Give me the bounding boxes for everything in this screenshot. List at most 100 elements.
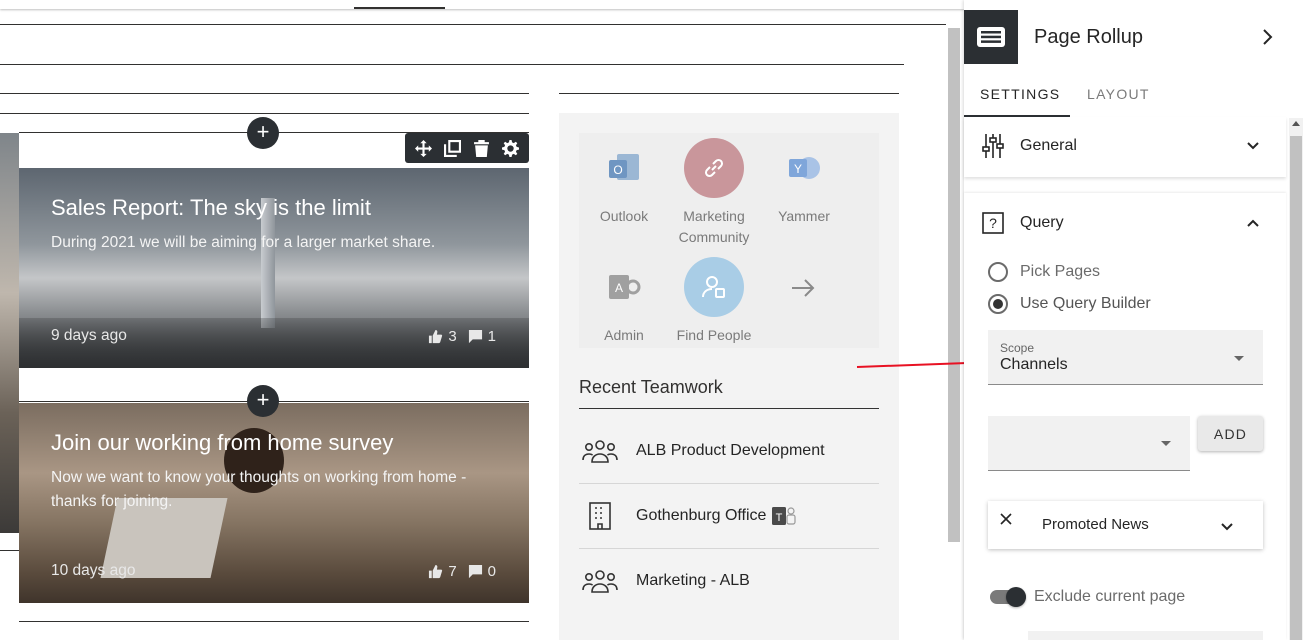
quick-link-label: Yammer (778, 208, 830, 224)
comment-count: 1 (487, 328, 496, 345)
chevron-down-icon[interactable] (1220, 519, 1234, 537)
add-section-button[interactable]: + (247, 117, 279, 149)
add-button[interactable]: ADD (1198, 416, 1263, 451)
like-count: 3 (448, 328, 457, 345)
quick-link-find-people[interactable]: Find People (669, 257, 759, 346)
move-icon[interactable] (415, 139, 432, 157)
news-age: 9 days ago (51, 327, 127, 344)
pane-scrollbar-thumb[interactable] (1290, 136, 1302, 640)
news-description: Now we want to know your thoughts on wor… (51, 469, 467, 510)
comment-icon (468, 329, 482, 344)
group-icon (579, 568, 621, 594)
teamwork-label: Gothenburg Office (636, 507, 767, 524)
comment-icon (468, 564, 482, 579)
news-age: 10 days ago (51, 562, 136, 579)
filter-label: Promoted News (1042, 516, 1149, 533)
partial-news-image[interactable] (0, 133, 19, 533)
chevron-up-icon[interactable] (1246, 218, 1260, 228)
divider (0, 93, 529, 94)
arrow-right-icon[interactable] (789, 274, 817, 307)
chevron-right-icon[interactable] (1260, 28, 1274, 51)
caret-down-icon (1234, 356, 1244, 361)
close-icon[interactable] (1000, 512, 1012, 530)
general-section[interactable]: General (964, 117, 1286, 177)
quick-link-outlook[interactable]: O Outlook (579, 138, 669, 227)
quick-link-admin[interactable]: A Admin (579, 257, 669, 346)
group-icon (579, 438, 621, 464)
quick-link-yammer[interactable]: Y Yammer (759, 138, 849, 227)
teamwork-item[interactable]: ALB Product Development (579, 418, 879, 483)
sliders-icon (982, 133, 1004, 159)
news-title[interactable]: Join our working from home survey (51, 430, 393, 456)
pane-scrollbar-up[interactable] (1292, 121, 1300, 126)
divider (0, 550, 19, 551)
yammer-icon: Y (774, 138, 834, 198)
radio-button[interactable] (988, 294, 1008, 314)
quick-link-label: Find People (676, 327, 752, 343)
teamwork-title: Recent Teamwork (579, 377, 723, 397)
top-border (0, 0, 964, 9)
channel-dropdown[interactable] (988, 416, 1190, 471)
filter-card: Promoted News (988, 501, 1263, 549)
teamwork-label: ALB Product Development (636, 441, 825, 459)
radio-use-query-builder[interactable]: Use Query Builder (988, 294, 1151, 314)
tab-settings[interactable]: SETTINGS (980, 86, 1060, 102)
divider (0, 24, 946, 25)
news-stats: 3 1 (428, 328, 496, 345)
scope-value: Channels (1000, 356, 1068, 373)
page-rollup-icon (964, 10, 1018, 64)
quick-link-marketing-community[interactable]: Marketing Community (669, 138, 759, 248)
news-card[interactable]: Sales Report: The sky is the limit Durin… (19, 168, 529, 368)
partial-field[interactable] (1028, 631, 1263, 640)
divider (0, 113, 19, 114)
scope-label: Scope (1000, 341, 1035, 355)
news-card[interactable]: Join our working from home survey Now we… (19, 403, 529, 603)
svg-text:T: T (776, 512, 783, 524)
like-icon (429, 564, 443, 579)
radio-label: Use Query Builder (1020, 295, 1151, 312)
delete-icon[interactable] (473, 139, 490, 157)
outlook-icon: O (594, 138, 654, 198)
quick-link-label: Outlook (599, 208, 649, 224)
divider (19, 113, 529, 114)
like-icon (429, 329, 443, 344)
help-icon: ? (982, 212, 1004, 234)
news-title[interactable]: Sales Report: The sky is the limit (51, 195, 371, 221)
radio-button[interactable] (988, 262, 1008, 282)
teamwork-item[interactable]: Gothenburg Office T (579, 483, 879, 548)
chevron-down-icon[interactable] (1246, 141, 1260, 151)
svg-text:O: O (613, 163, 622, 177)
like-count: 7 (448, 563, 457, 580)
quick-link-label: Admin (604, 327, 644, 343)
news-description: During 2021 we will be aiming for a larg… (51, 234, 436, 251)
teamwork-item[interactable]: Marketing - ALB (579, 548, 879, 613)
news-stats: 7 0 (428, 563, 496, 580)
svg-text:?: ? (989, 215, 997, 231)
radio-pick-pages[interactable]: Pick Pages (988, 262, 1100, 282)
tab-layout[interactable]: LAYOUT (1087, 86, 1150, 102)
find-people-icon (684, 257, 744, 317)
teams-icon: T (772, 505, 797, 527)
duplicate-icon[interactable] (444, 139, 461, 157)
toggle-label: Exclude current page (1034, 588, 1186, 605)
canvas-scrollbar[interactable] (948, 28, 960, 542)
scope-dropdown[interactable]: Scope Channels (988, 330, 1263, 385)
divider (0, 64, 904, 65)
svg-text:A: A (615, 281, 623, 295)
gear-icon[interactable] (502, 139, 519, 157)
pane-title: Page Rollup (1034, 26, 1143, 48)
caret-down-icon (1161, 441, 1171, 446)
toggle-knob (1006, 587, 1026, 607)
add-section-button[interactable]: + (247, 385, 279, 417)
webpart-toolbar (405, 133, 529, 163)
tab-indicator (354, 7, 445, 9)
quick-link-label: Marketing Community (678, 208, 750, 245)
admin-icon: A (594, 257, 654, 317)
exclude-current-toggle[interactable] (990, 587, 1026, 607)
divider (579, 408, 879, 409)
comment-count: 0 (487, 563, 496, 580)
building-icon (579, 501, 621, 531)
teamwork-label: Marketing - ALB (636, 572, 750, 589)
svg-text:Y: Y (794, 162, 802, 176)
link-icon (684, 138, 744, 198)
